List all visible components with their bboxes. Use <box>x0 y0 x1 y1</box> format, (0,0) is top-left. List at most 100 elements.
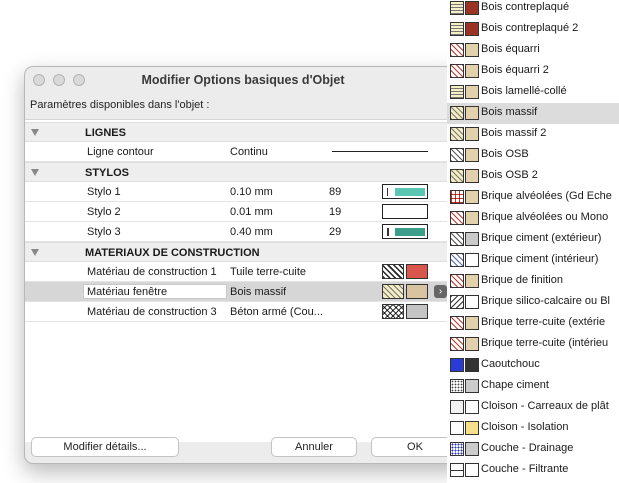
pen-width[interactable]: 0.01 mm <box>230 206 273 218</box>
material-list-item[interactable]: Bois équarri 2 <box>447 61 619 82</box>
material-list-item[interactable]: Couche - Filtrante <box>447 460 619 481</box>
modify-details-button[interactable]: Modifier détails... <box>31 437 179 457</box>
disclosure-triangle-icon[interactable] <box>31 169 39 176</box>
section-lignes[interactable]: LIGNES <box>25 122 461 142</box>
param-row-materiau-fenetre[interactable]: Matériau fenêtre Bois massif › <box>25 282 461 302</box>
material-value[interactable]: Bois massif <box>230 286 286 298</box>
pen-width[interactable]: 0.40 mm <box>230 226 273 238</box>
pen-color-fill <box>395 208 425 216</box>
param-name: Stylo 3 <box>87 226 121 238</box>
material-list-item[interactable]: Brique de finition <box>447 271 619 292</box>
material-list-item[interactable]: Chape ciment <box>447 376 619 397</box>
param-name: Matériau fenêtre <box>87 286 168 298</box>
material-pattern-swatch <box>450 463 464 477</box>
material-popup-list[interactable]: Bois contreplaqué Bois contreplaqué 2 Bois… <box>447 0 619 483</box>
pen-index[interactable]: 89 <box>329 186 341 198</box>
material-fill-swatch <box>465 463 479 477</box>
material-pattern-swatch[interactable] <box>382 304 404 319</box>
material-list-item[interactable]: Brique alvéolées ou Mono <box>447 208 619 229</box>
param-row-materiau-3[interactable]: Matériau de construction 3 Béton armé (C… <box>25 302 461 322</box>
material-list-item[interactable]: Bois contreplaqué <box>447 0 619 19</box>
param-name: Stylo 1 <box>87 186 121 198</box>
material-list-item[interactable]: Bois massif 2 <box>447 124 619 145</box>
section-stylos[interactable]: STYLOS <box>25 162 461 182</box>
parameters-caption: Paramètres disponibles dans l'objet : <box>30 99 210 111</box>
material-list-item[interactable]: Bois équarri <box>447 40 619 61</box>
material-list-item[interactable]: Couche - Drainage <box>447 439 619 460</box>
material-list-label: Couche - Filtrante <box>481 463 569 475</box>
material-fill-swatch <box>465 64 479 78</box>
material-list-item[interactable]: Cloison - Isolation <box>447 418 619 439</box>
material-fill-swatch <box>465 253 479 267</box>
param-row-materiau-1[interactable]: Matériau de construction 1 Tuile terre-c… <box>25 262 461 282</box>
cancel-button[interactable]: Annuler <box>271 437 357 457</box>
material-list-label: Bois équarri 2 <box>481 64 549 76</box>
material-list-item[interactable]: Bois contreplaqué 2 <box>447 19 619 40</box>
material-pattern-swatch[interactable] <box>382 264 404 279</box>
material-list-label: Bois contreplaqué <box>481 1 570 13</box>
material-list-label: Brique ciment (intérieur) <box>481 253 599 265</box>
param-row-stylo-2[interactable]: Stylo 2 0.01 mm 19 <box>25 202 461 222</box>
material-list-item[interactable]: Bois massif <box>447 103 619 124</box>
material-pattern-swatch <box>450 64 464 78</box>
material-pattern-swatch <box>450 358 464 372</box>
material-list-item[interactable]: Bois lamellé-collé <box>447 82 619 103</box>
material-pattern-swatch <box>450 421 464 435</box>
pen-index[interactable]: 29 <box>329 226 341 238</box>
material-list-item[interactable]: Brique terre-cuite (intérieu <box>447 334 619 355</box>
param-row-stylo-1[interactable]: Stylo 1 0.10 mm 89 <box>25 182 461 202</box>
material-list-item[interactable]: Bois OSB 2 <box>447 166 619 187</box>
ok-button[interactable]: OK <box>371 437 459 457</box>
material-fill-swatch <box>465 85 479 99</box>
material-value[interactable]: Tuile terre-cuite <box>230 266 306 278</box>
pen-color-swatch[interactable] <box>382 224 428 239</box>
material-list-label: Bois lamellé-collé <box>481 85 567 97</box>
pen-index[interactable]: 19 <box>329 206 341 218</box>
material-list-item[interactable]: Caoutchouc <box>447 355 619 376</box>
pen-color-fill <box>395 188 425 196</box>
pen-color-swatch[interactable] <box>382 184 428 199</box>
disclosure-triangle-icon[interactable] <box>31 249 39 256</box>
param-name: Matériau de construction 3 <box>87 306 217 318</box>
material-pattern-swatch <box>450 85 464 99</box>
material-pattern-swatch <box>450 316 464 330</box>
disclosure-triangle-icon[interactable] <box>31 129 39 136</box>
pen-color-swatch[interactable] <box>382 204 428 219</box>
material-fill-swatch <box>465 358 479 372</box>
param-row-ligne-contour[interactable]: Ligne contour Continu <box>25 142 461 162</box>
section-materiaux[interactable]: MATERIAUX DE CONSTRUCTION <box>25 242 461 262</box>
material-list-item[interactable]: Bois OSB <box>447 145 619 166</box>
material-list-item[interactable]: Brique silico-calcaire ou Bl <box>447 292 619 313</box>
material-list-label: Brique de finition <box>481 274 563 286</box>
material-fill-swatch[interactable] <box>406 264 428 279</box>
material-list-item[interactable]: Brique alvéolées (Gd Eche <box>447 187 619 208</box>
material-pattern-swatch <box>450 295 464 309</box>
material-fill-swatch <box>465 169 479 183</box>
material-fill-swatch <box>465 43 479 57</box>
material-list-item[interactable]: Cloison - Carreaux de plât <box>447 397 619 418</box>
material-list-item[interactable]: Brique ciment (intérieur) <box>447 250 619 271</box>
material-fill-swatch[interactable] <box>406 304 428 319</box>
material-fill-swatch <box>465 232 479 246</box>
material-fill-swatch[interactable] <box>406 284 428 299</box>
pen-width[interactable]: 0.10 mm <box>230 186 273 198</box>
material-list-item[interactable]: Brique terre-cuite (extérie <box>447 313 619 334</box>
material-list-label: Bois massif <box>481 106 538 118</box>
material-list-item[interactable]: Brique ciment (extérieur) <box>447 229 619 250</box>
material-value[interactable]: Béton armé (Cou... <box>230 306 323 318</box>
material-pattern-swatch <box>450 379 464 393</box>
material-fill-swatch <box>465 295 479 309</box>
material-list-label: Brique ciment (extérieur) <box>481 232 602 244</box>
material-fill-swatch <box>465 148 479 162</box>
material-pattern-swatch <box>450 274 464 288</box>
param-row-stylo-3[interactable]: Stylo 3 0.40 mm 29 <box>25 222 461 242</box>
material-pattern-swatch <box>450 211 464 225</box>
param-value[interactable]: Continu <box>230 146 268 158</box>
pen-weight-mark <box>387 228 389 236</box>
material-list-label: Couche - Drainage <box>481 442 574 454</box>
material-list-label: Bois OSB <box>481 148 529 160</box>
material-pattern-swatch <box>450 232 464 246</box>
section-label: LIGNES <box>85 127 126 139</box>
chevron-right-icon[interactable]: › <box>434 285 447 298</box>
material-pattern-swatch[interactable] <box>382 284 404 299</box>
